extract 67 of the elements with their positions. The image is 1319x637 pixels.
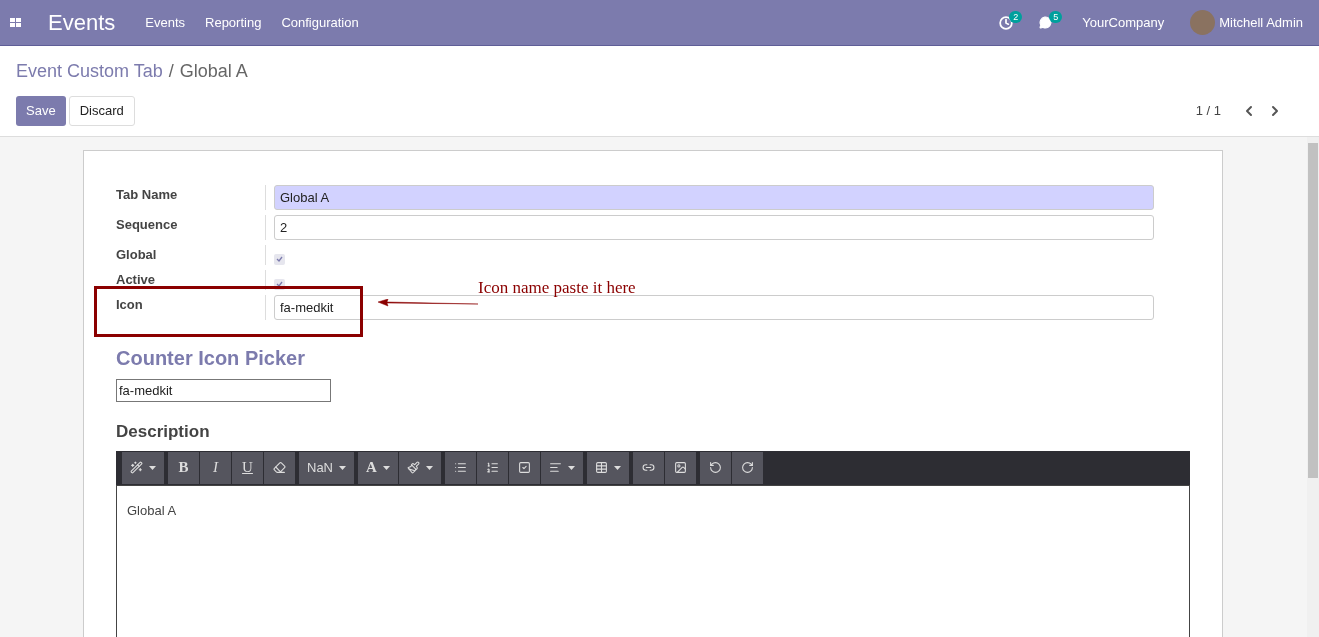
avatar — [1190, 10, 1216, 35]
image-icon — [673, 461, 687, 474]
toolbar-button[interactable] — [586, 451, 629, 484]
numbered-list-icon — [485, 461, 499, 474]
activity-badge: 2 — [1009, 10, 1023, 23]
link-icon — [641, 461, 655, 474]
toolbar-button[interactable] — [476, 451, 508, 484]
paintbrush-icon — [406, 461, 420, 474]
breadcrumb-separator: / — [168, 60, 174, 83]
toolbar-button[interactable] — [664, 451, 696, 484]
field-label: Global — [116, 245, 266, 265]
toolbar-button[interactable]: B — [168, 451, 199, 484]
caret-icon — [567, 465, 575, 470]
breadcrumb-link[interactable]: Event Custom Tab — [16, 58, 163, 85]
field-label: Icon — [116, 295, 266, 320]
pager-value: 1 / 1 — [1195, 102, 1221, 121]
magic-wand-icon — [130, 461, 143, 474]
toolbar-button[interactable]: U — [232, 451, 263, 484]
icon-picker-field[interactable]: fa-medkit — [116, 379, 331, 402]
checkbox[interactable] — [274, 278, 285, 290]
chat-icon[interactable] — [1039, 16, 1053, 29]
toolbar-button[interactable]: A — [358, 451, 398, 484]
bullet-list-icon — [453, 461, 467, 474]
checkbox-icon — [517, 461, 531, 474]
app-title[interactable]: Events — [48, 6, 116, 39]
field-label: Sequence — [116, 215, 266, 240]
caret-icon — [149, 465, 156, 470]
text-field[interactable]: Global A — [274, 185, 1154, 210]
user-menu[interactable]: Mitchell Admin — [1219, 12, 1303, 33]
toolbar-button[interactable] — [398, 451, 441, 484]
section-title: Counter Icon Picker — [116, 346, 306, 371]
menu-item[interactable]: Reporting — [205, 12, 262, 33]
toolbar-button[interactable] — [699, 451, 731, 484]
caret-icon — [339, 465, 346, 470]
editor-text: Global A — [127, 502, 177, 518]
redo-icon — [740, 461, 754, 474]
toolbar-button[interactable] — [632, 451, 664, 484]
apps-menu-icon[interactable] — [10, 17, 22, 28]
undo-icon — [708, 461, 722, 474]
section-title: Description — [116, 421, 211, 443]
caret-icon — [613, 465, 621, 470]
message-badge: 5 — [1049, 11, 1063, 23]
save-button[interactable]: Save — [16, 96, 66, 126]
discard-button[interactable]: Discard — [68, 96, 135, 126]
company-switcher[interactable]: YourCompany — [1082, 12, 1165, 33]
menu-item[interactable]: Events — [145, 12, 185, 33]
caret-icon — [425, 465, 433, 470]
menu-item[interactable]: Configuration — [281, 12, 359, 33]
align-icon — [548, 461, 562, 474]
checkbox[interactable] — [274, 253, 285, 265]
breadcrumb-current: Global A — [179, 60, 248, 83]
field-label: Tab Name — [116, 185, 266, 210]
table-icon — [594, 461, 608, 474]
text-field[interactable]: 2 — [274, 215, 1154, 240]
toolbar-button[interactable] — [540, 451, 583, 484]
caret-icon — [382, 465, 390, 470]
eraser-icon — [273, 461, 286, 474]
activity-icon[interactable] — [999, 15, 1014, 30]
toolbar-button[interactable] — [444, 451, 476, 484]
toolbar-button[interactable]: I — [200, 451, 231, 484]
toolbar-button[interactable]: NaN — [299, 451, 354, 484]
toolbar-button[interactable] — [122, 451, 164, 484]
toolbar-button[interactable] — [508, 451, 540, 484]
scrollbar[interactable] — [1307, 137, 1319, 637]
toolbar-button[interactable] — [264, 451, 295, 484]
toolbar-button[interactable] — [731, 451, 763, 484]
field-label: Active — [116, 270, 266, 290]
